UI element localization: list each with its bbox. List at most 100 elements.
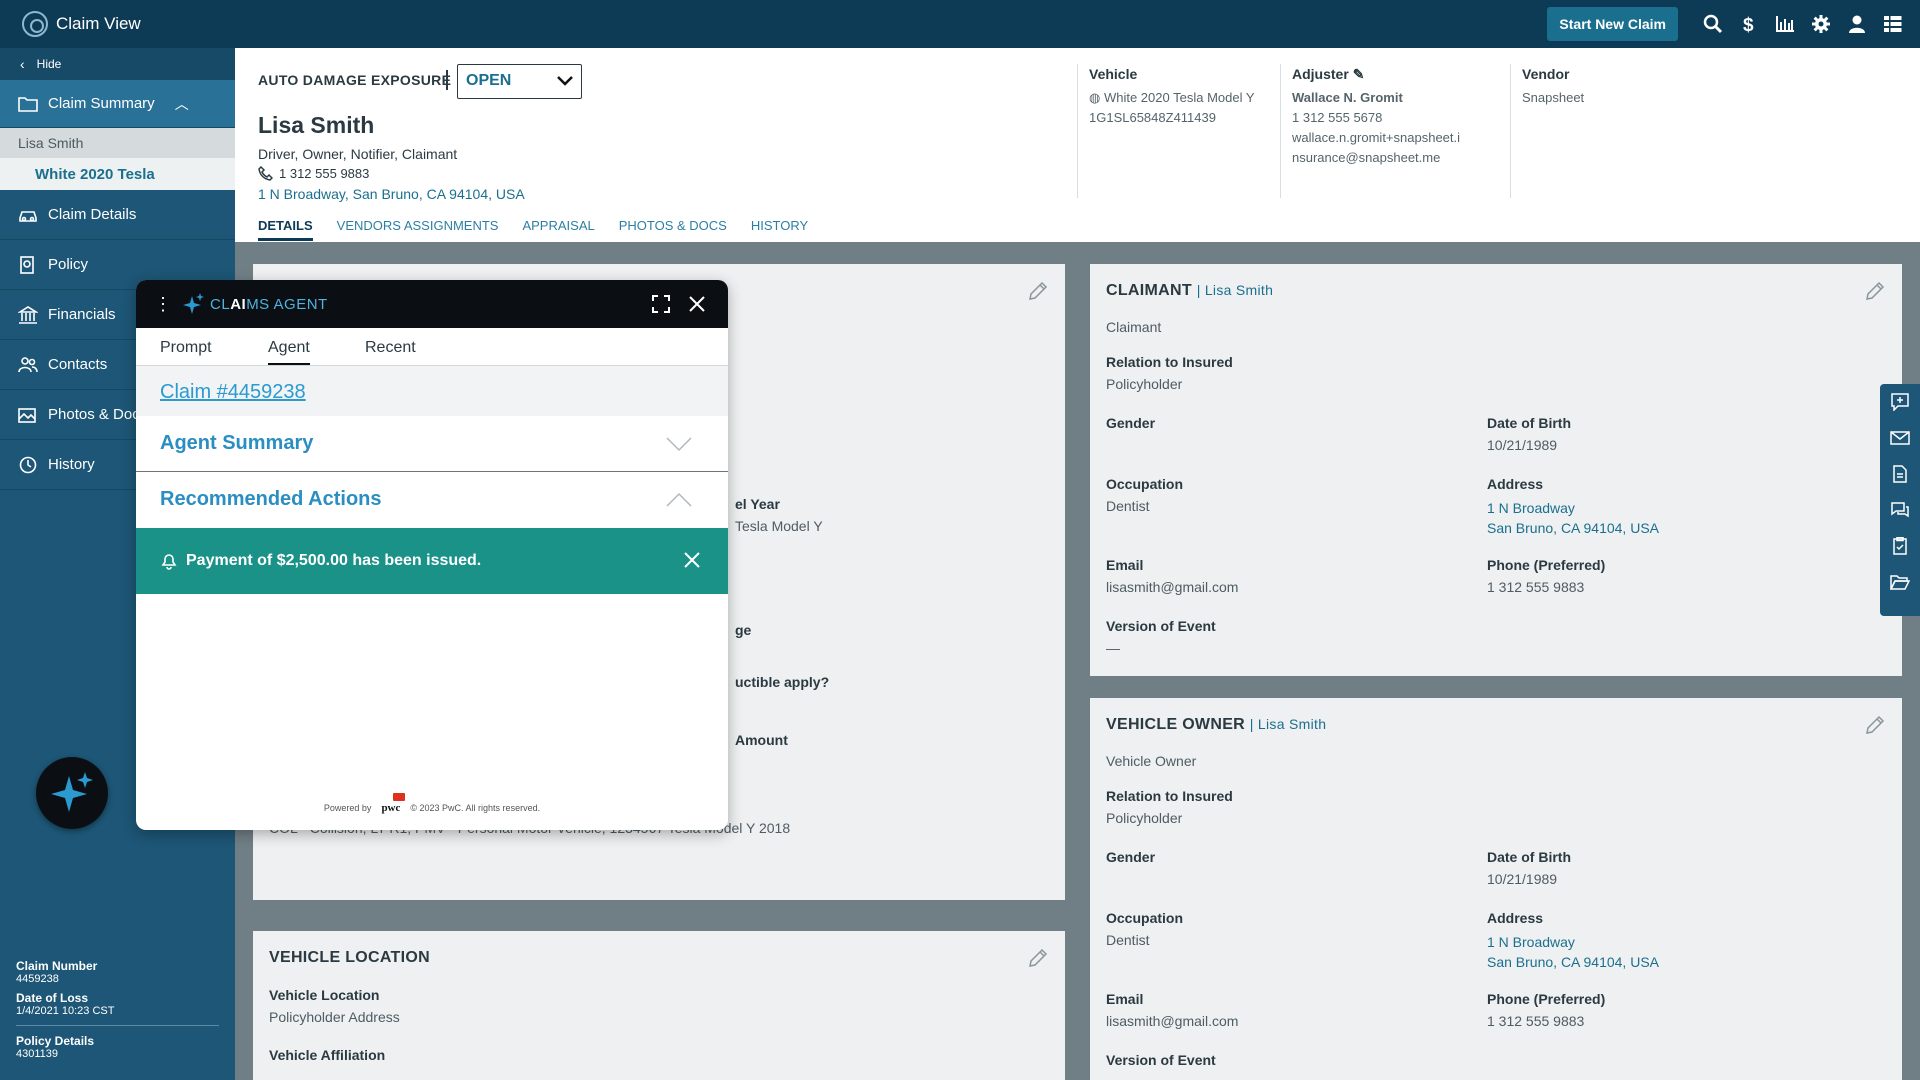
sidebar-item-label: Contacts — [48, 356, 108, 373]
hide-label: Hide — [36, 57, 62, 71]
person-roles: Driver, Owner, Notifier, Claimant — [258, 146, 458, 162]
chart-icon[interactable] — [1774, 13, 1796, 35]
chevron-up-icon — [666, 492, 692, 507]
claimant-type: Claimant — [1106, 319, 1162, 335]
chevron-down-icon — [666, 437, 692, 452]
ai-assistant-button[interactable] — [36, 757, 108, 829]
chevron-up-icon[interactable]: ︿ — [175, 94, 189, 114]
gear-icon[interactable] — [1810, 13, 1832, 35]
folder-open-icon[interactable] — [1880, 564, 1920, 600]
card-title: CLAIMANT | Lisa Smith — [1106, 282, 1274, 299]
vendor-name: Snapsheet — [1522, 90, 1585, 105]
address-line-2[interactable]: San Bruno, CA 94104, USA — [1487, 952, 1659, 972]
tab-recent[interactable]: Recent — [365, 339, 416, 357]
field-label: Version of Event — [1106, 618, 1216, 634]
gender-field: Gender — [1106, 849, 1155, 871]
phone-field: Phone (Preferred) 1 312 555 9883 — [1487, 991, 1605, 1029]
contacts-icon — [18, 356, 38, 372]
phone-value: 1 312 555 9883 — [279, 166, 370, 181]
sidebar-sub-person[interactable]: Lisa Smith — [0, 128, 235, 158]
powered-by-text: Powered by — [323, 803, 372, 813]
expand-icon[interactable] — [652, 295, 670, 313]
start-new-claim-button[interactable]: Start New Claim — [1547, 7, 1678, 41]
vehicle-owner-card: VEHICLE OWNER | Lisa Smith Vehicle Owner… — [1090, 698, 1902, 1080]
sidebar-claim-info: Claim Number 4459238 Date of Loss 1/4/20… — [16, 959, 219, 1066]
field-value: Dentist — [1106, 498, 1150, 514]
edit-pencil-icon[interactable] — [1027, 947, 1049, 969]
field-label: Phone (Preferred) — [1487, 557, 1606, 573]
status-select[interactable]: OPEN — [457, 64, 582, 99]
field-label: Email — [1106, 991, 1144, 1007]
recommended-actions-accordion[interactable]: Recommended Actions — [136, 472, 728, 528]
accordion-label: Recommended Actions — [160, 488, 382, 510]
field-label: Vehicle Location — [269, 987, 380, 1003]
folder-icon — [18, 96, 38, 112]
field-label: Date of Birth — [1487, 849, 1571, 865]
claimant-card: CLAIMANT | Lisa Smith Claimant Relation … — [1090, 264, 1902, 676]
agent-summary-accordion[interactable]: Agent Summary — [136, 416, 728, 472]
bank-icon — [18, 305, 38, 324]
chevron-left-icon: ‹ — [20, 56, 25, 72]
hide-sidebar-button[interactable]: ‹ Hide — [0, 48, 235, 80]
detail-tabs: DETAILS VENDORS ASSIGNMENTS APPRAISAL PH… — [258, 218, 808, 241]
tab-vendors-assignments[interactable]: VENDORS ASSIGNMENTS — [337, 218, 499, 241]
tab-prompt[interactable]: Prompt — [160, 339, 212, 357]
version-field: Version of Event — [1106, 1052, 1216, 1074]
document-icon[interactable] — [1880, 456, 1920, 492]
sparkle-icon — [183, 293, 204, 314]
address-line-1[interactable]: 1 N Broadway — [1487, 498, 1659, 518]
search-icon[interactable] — [1702, 13, 1724, 35]
dollar-icon[interactable]: $ — [1738, 13, 1760, 35]
address-field: Address 1 N Broadway San Bruno, CA 94104… — [1487, 910, 1659, 972]
tab-appraisal[interactable]: APPRAISAL — [522, 218, 594, 241]
address-line-2[interactable]: San Bruno, CA 94104, USA — [1487, 518, 1659, 538]
date-of-loss-label: Date of Loss — [16, 991, 89, 1005]
right-action-rail — [1880, 384, 1920, 616]
notification-message: Payment of $2,500.00 has been issued. — [186, 552, 482, 569]
chevron-down-icon — [557, 76, 573, 86]
edit-pencil-icon[interactable] — [1864, 714, 1886, 736]
sidebar-item-claim-details[interactable]: Claim Details — [0, 190, 235, 240]
vendor-label: Vendor — [1522, 66, 1570, 82]
vehicle-affiliation-field: Vehicle Affiliation — [269, 1047, 385, 1069]
coverage-field: ge — [735, 622, 751, 644]
field-label: Amount — [735, 732, 788, 748]
add-note-icon[interactable] — [1880, 384, 1920, 420]
exposure-label: AUTO DAMAGE EXPOSURE — [258, 72, 452, 88]
edit-pencil-icon[interactable] — [1027, 280, 1049, 302]
claim-number-value: 4459238 — [16, 973, 59, 985]
field-label: Phone (Preferred) — [1487, 991, 1606, 1007]
policy-details-value: 4301139 — [16, 1048, 59, 1060]
sidebar-sub-vehicle[interactable]: White 2020 Tesla — [0, 158, 235, 190]
tab-details[interactable]: DETAILS — [258, 218, 313, 241]
vehicle-location-field: Vehicle Location Policyholder Address — [269, 987, 400, 1025]
sidebar-item-claim-summary[interactable]: Claim Summary ︿ — [0, 80, 235, 128]
dob-field: Date of Birth 10/21/1989 — [1487, 849, 1571, 887]
address-line-1[interactable]: 1 N Broadway — [1487, 932, 1659, 952]
more-options-icon[interactable]: ⋮ — [154, 294, 172, 315]
close-icon[interactable] — [684, 552, 700, 568]
card-title: VEHICLE OWNER | Lisa Smith — [1106, 716, 1327, 733]
edit-pencil-icon[interactable] — [1864, 280, 1886, 302]
grid-icon[interactable] — [1882, 13, 1904, 35]
tab-history[interactable]: HISTORY — [751, 218, 808, 241]
gender-field: Gender — [1106, 415, 1155, 437]
field-value: Policyholder — [1106, 376, 1183, 392]
address-link[interactable]: 1 N Broadway, San Bruno, CA 94104, USA — [258, 186, 525, 202]
user-icon[interactable] — [1846, 13, 1868, 35]
field-value: Policyholder Address — [269, 1009, 400, 1025]
sidebar-item-label: Photos & Docs — [48, 406, 148, 423]
clipboard-icon[interactable] — [1880, 528, 1920, 564]
field-label: Date of Birth — [1487, 415, 1571, 431]
vehicle-vin: 1G1SL65848Z411439 — [1089, 110, 1216, 125]
tab-photos-docs[interactable]: PHOTOS & DOCS — [619, 218, 727, 241]
close-icon[interactable] — [688, 295, 706, 313]
edit-pencil-icon[interactable]: ✎ — [1353, 66, 1365, 82]
claim-link[interactable]: Claim #4459238 — [160, 381, 306, 403]
chat-icon[interactable] — [1880, 492, 1920, 528]
vehicle-info: Vehicle ◍ White 2020 Tesla Model Y 1G1SL… — [1077, 64, 1265, 198]
field-value: — — [1106, 640, 1120, 656]
tab-agent[interactable]: Agent — [268, 339, 310, 365]
mail-icon[interactable] — [1880, 420, 1920, 456]
field-value: lisasmith@gmail.com — [1106, 1013, 1239, 1029]
